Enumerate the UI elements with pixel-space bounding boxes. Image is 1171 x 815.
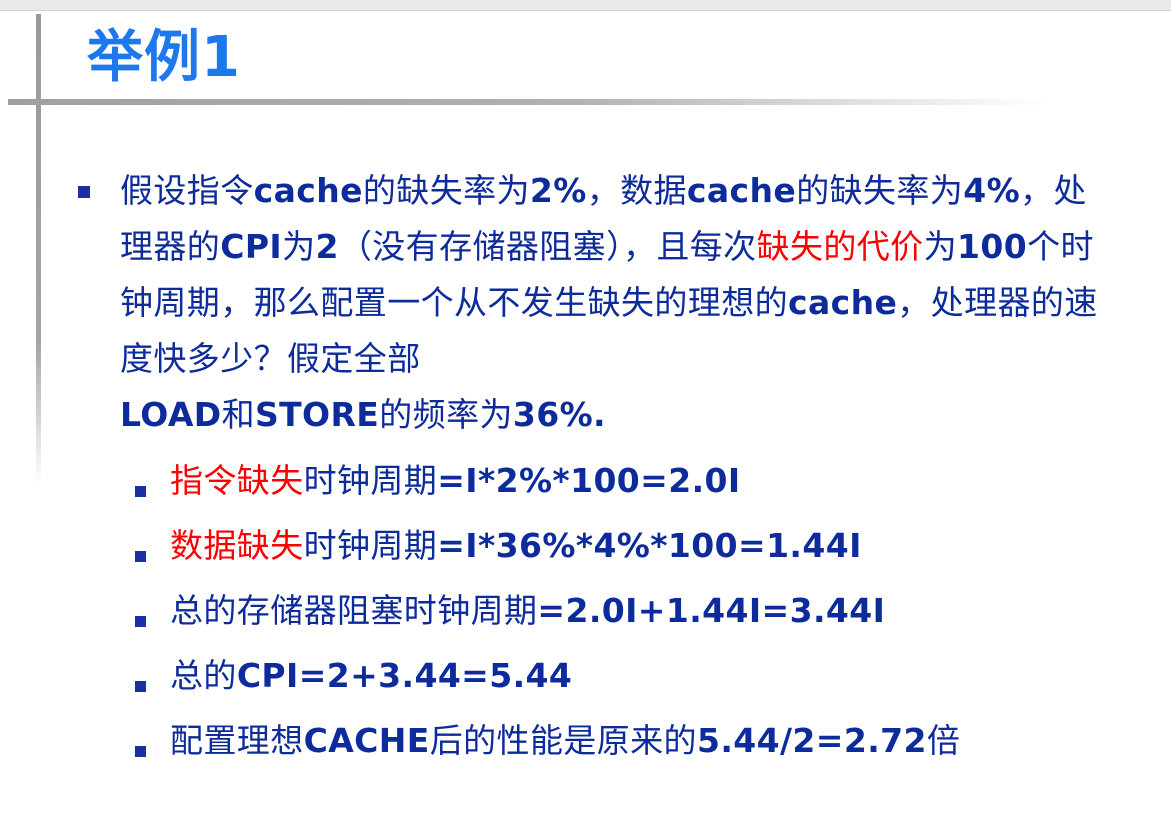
bullet-square-icon [135,486,146,497]
sub-item-instruction-miss: 指令缺失时钟周期=I*2%*100=2.0I [170,461,741,500]
bullet-square-icon [135,681,146,692]
sub-item-total-cpi: 总的CPI=2+3.44=5.44 [170,656,573,695]
bullet-square-icon [135,746,146,757]
problem-statement: 假设指令cache的缺失率为2%，数据cache的缺失率为4%，处理器的CPI为… [120,171,1098,434]
sub-item-total-stall: 总的存储器阻塞时钟周期=2.0I+1.44I=3.44I [170,591,886,630]
highlight-miss-penalty: 缺失的代价 [756,227,924,266]
slide-top-border [0,0,1171,11]
bullet-square-icon [135,616,146,627]
bullet-square-icon [78,186,90,198]
title-underline [8,99,1048,105]
slide-title: 举例1 [87,25,241,90]
bullet-square-icon [135,551,146,562]
sub-item-speedup: 配置理想CACHE后的性能是原来的5.44/2=2.72倍 [170,721,961,760]
vertical-accent-line [36,14,41,484]
sub-item-data-miss: 数据缺失时钟周期=I*36%*4%*100=1.44I [170,526,862,565]
